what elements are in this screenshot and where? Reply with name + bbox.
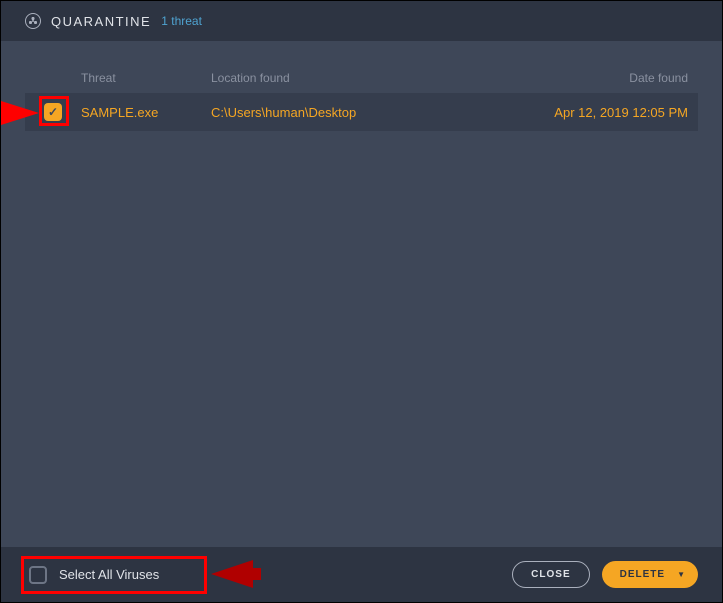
column-header-location: Location found — [211, 71, 533, 85]
threat-name: SAMPLE.exe — [81, 105, 211, 120]
column-header-threat: Threat — [81, 71, 211, 85]
threat-location: C:\Users\human\Desktop — [211, 105, 533, 120]
window-header: QUARANTINE 1 threat — [1, 1, 722, 41]
biohazard-icon — [25, 13, 41, 29]
delete-button-label: DELETE — [620, 569, 665, 580]
select-all-row[interactable]: Select All Viruses — [25, 562, 175, 588]
annotation-arrow-icon — [211, 560, 253, 588]
annotation-arrow-icon — [1, 101, 39, 125]
select-all-checkbox[interactable] — [29, 566, 47, 584]
select-all-label: Select All Viruses — [59, 567, 159, 582]
window-footer: Select All Viruses CLOSE DELETE ▼ — [1, 547, 722, 602]
threat-count: 1 threat — [161, 14, 202, 28]
column-header-date: Date found — [533, 71, 688, 85]
quarantine-window: QUARANTINE 1 threat Threat Location foun… — [0, 0, 723, 603]
delete-button[interactable]: DELETE ▼ — [602, 561, 698, 588]
chevron-down-icon: ▼ — [677, 570, 686, 579]
content-area: Threat Location found Date found ✓ SAMPL… — [1, 41, 722, 547]
threat-date: Apr 12, 2019 12:05 PM — [533, 105, 688, 120]
window-title: QUARANTINE — [51, 14, 151, 29]
row-checkbox[interactable]: ✓ — [44, 103, 62, 121]
table-row[interactable]: ✓ SAMPLE.exe C:\Users\human\Desktop Apr … — [25, 93, 698, 131]
table-header: Threat Location found Date found — [25, 71, 698, 93]
footer-buttons: CLOSE DELETE ▼ — [512, 561, 698, 588]
close-button[interactable]: CLOSE — [512, 561, 589, 588]
